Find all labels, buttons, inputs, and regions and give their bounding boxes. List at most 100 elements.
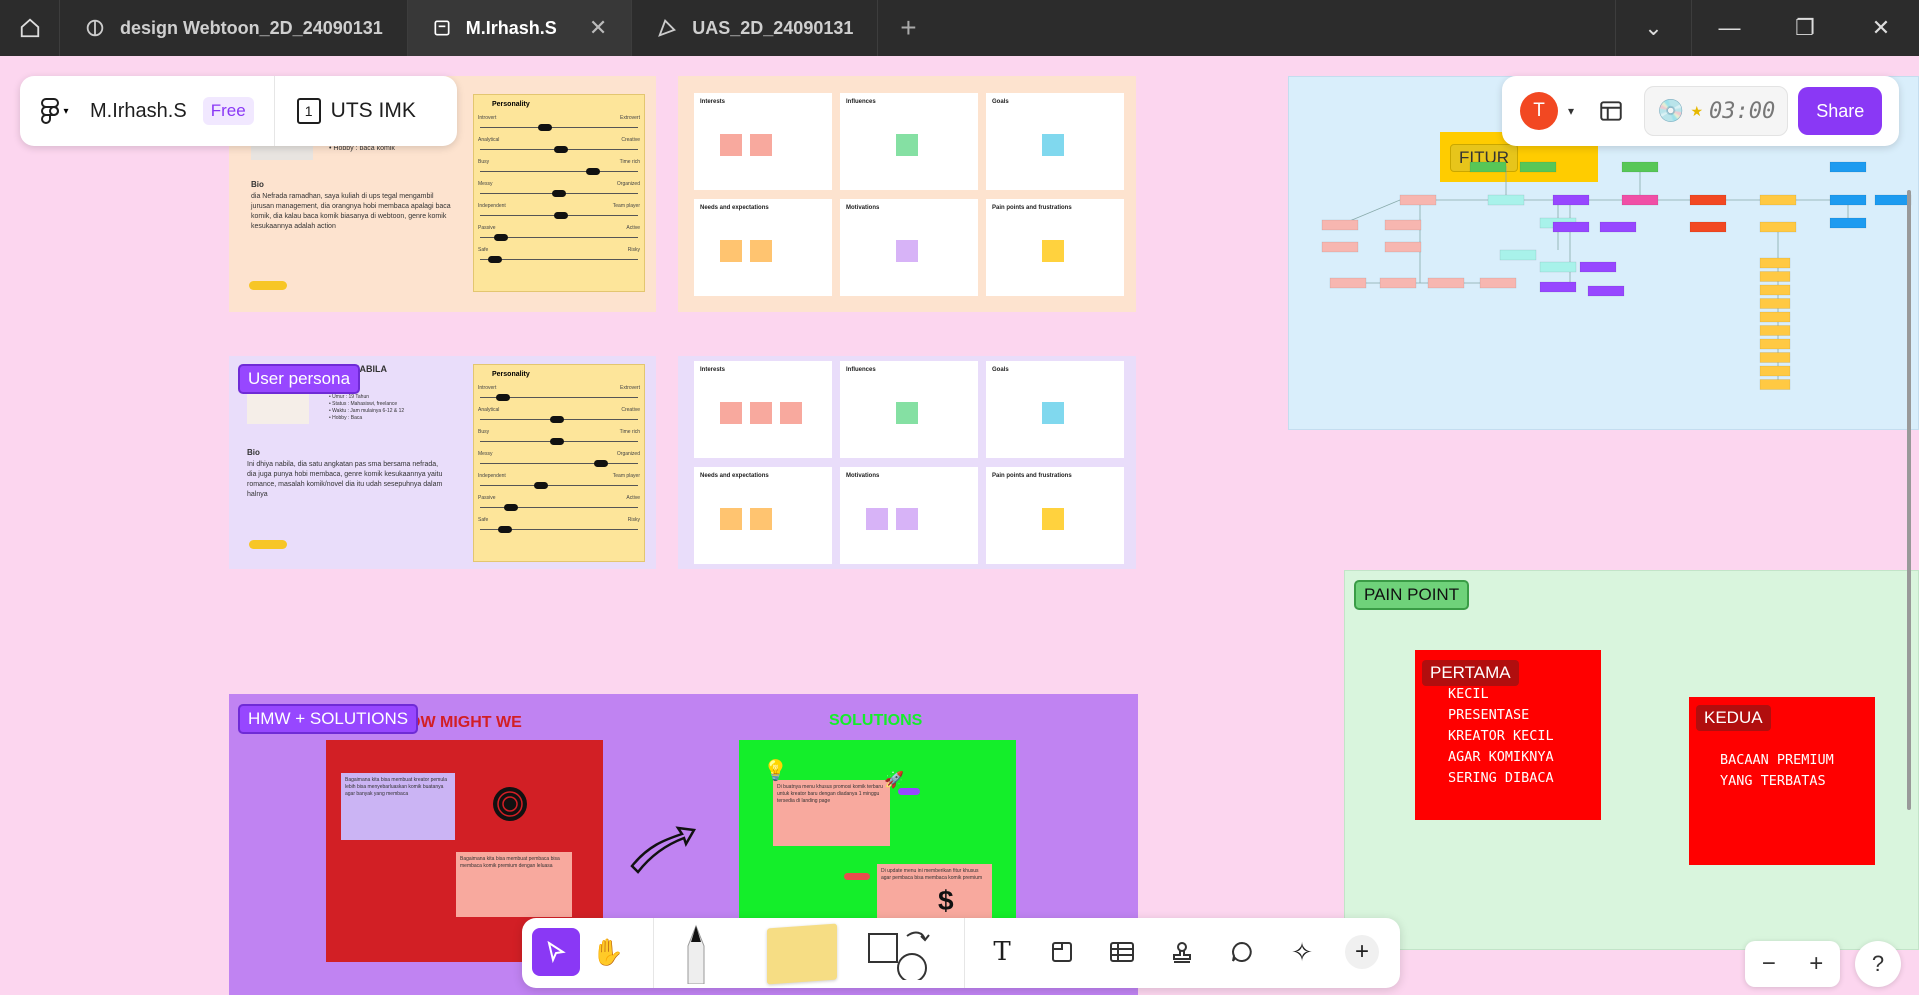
- feature-node[interactable]: [1499, 249, 1537, 261]
- feature-node[interactable]: [1621, 194, 1659, 206]
- feature-node[interactable]: [1689, 194, 1727, 206]
- zoom-in-button[interactable]: +: [1793, 941, 1841, 987]
- empathy-card[interactable]: Needs and expectations: [694, 467, 832, 564]
- tabs-dropdown-icon[interactable]: ⌄: [1615, 0, 1691, 56]
- section-label-user-persona[interactable]: User persona: [238, 364, 361, 394]
- empathy-card[interactable]: Interests: [694, 93, 832, 190]
- table-tool[interactable]: [1098, 928, 1146, 976]
- close-window-button[interactable]: ✕: [1843, 0, 1919, 56]
- more-tool[interactable]: +: [1338, 928, 1386, 976]
- chevron-down-icon[interactable]: ▾: [1568, 104, 1574, 118]
- empathy-card[interactable]: Influences: [840, 361, 978, 458]
- sticky-note[interactable]: [750, 239, 772, 262]
- feature-node[interactable]: [1469, 161, 1507, 173]
- feature-node[interactable]: [1379, 277, 1417, 289]
- tab-uas[interactable]: UAS_2D_24090131: [632, 0, 879, 56]
- tab-design-webtoon[interactable]: design Webtoon_2D_24090131: [60, 0, 408, 56]
- feature-node[interactable]: [1321, 219, 1359, 231]
- sticky-note[interactable]: [1042, 401, 1064, 424]
- sticky-note[interactable]: [1042, 133, 1064, 156]
- feature-node[interactable]: [1321, 241, 1359, 253]
- feature-node[interactable]: [1759, 379, 1791, 390]
- empathy-card[interactable]: Motivations: [840, 467, 978, 564]
- feature-node[interactable]: [1759, 365, 1791, 377]
- main-menu-button[interactable]: ▾: [20, 98, 90, 124]
- empathy-card[interactable]: Influences: [840, 93, 978, 190]
- text-tool[interactable]: T: [978, 928, 1026, 976]
- sticky-note[interactable]: [750, 401, 772, 424]
- feature-node[interactable]: [1829, 161, 1867, 173]
- feature-node[interactable]: [1621, 161, 1659, 173]
- feature-node[interactable]: [1552, 221, 1590, 233]
- move-tool[interactable]: [532, 928, 580, 976]
- tab-current-file[interactable]: M.Irhash.S ✕: [407, 0, 633, 56]
- feature-node[interactable]: [1487, 194, 1525, 206]
- feature-node[interactable]: [1479, 277, 1517, 289]
- feature-node[interactable]: [1759, 271, 1791, 282]
- feature-node[interactable]: [1759, 325, 1791, 336]
- layout-icon[interactable]: [1598, 98, 1624, 124]
- section-label-hmw-solutions[interactable]: HMW + SOLUTIONS: [238, 704, 419, 734]
- sticky-note[interactable]: [1042, 239, 1064, 262]
- feature-node[interactable]: [1759, 257, 1791, 269]
- feature-node[interactable]: [1759, 352, 1791, 363]
- vertical-scrollbar[interactable]: [1907, 190, 1911, 810]
- empathy-card[interactable]: Needs and expectations: [694, 199, 832, 296]
- page-selector[interactable]: 1 UTS IMK: [275, 98, 416, 124]
- feature-node[interactable]: [1829, 194, 1867, 206]
- hmw-sticky-note[interactable]: Bagaimana kita bisa membuat pembaca bisa…: [456, 852, 572, 917]
- feature-node[interactable]: [1539, 261, 1577, 273]
- sticky-note[interactable]: [720, 507, 742, 530]
- help-button[interactable]: ?: [1855, 941, 1901, 987]
- empathy-card[interactable]: Pain points and frustrations: [986, 467, 1124, 564]
- sticky-note[interactable]: [750, 507, 772, 530]
- empathy-card[interactable]: Goals: [986, 93, 1124, 190]
- home-button[interactable]: [0, 0, 60, 56]
- feature-node[interactable]: [1759, 338, 1791, 350]
- minimize-window-button[interactable]: —: [1691, 0, 1767, 56]
- section-label-pain-point[interactable]: PAIN POINT: [1354, 580, 1470, 610]
- sticky-note[interactable]: [1042, 507, 1064, 530]
- close-tab-icon[interactable]: ✕: [589, 15, 607, 41]
- zoom-out-button[interactable]: −: [1745, 941, 1793, 987]
- empathy-card[interactable]: Motivations: [840, 199, 978, 296]
- restore-window-button[interactable]: ❐: [1767, 0, 1843, 56]
- feature-node[interactable]: [1384, 219, 1422, 231]
- hand-tool[interactable]: ✋: [584, 928, 632, 976]
- feature-node[interactable]: [1519, 161, 1557, 173]
- feature-node[interactable]: [1329, 277, 1367, 289]
- feature-node[interactable]: [1759, 284, 1791, 296]
- feature-node[interactable]: [1539, 281, 1577, 293]
- hmw-sticky-note[interactable]: Bagaimana kita bisa membuat kreator pemu…: [341, 773, 455, 840]
- stamp-tool[interactable]: [1158, 928, 1206, 976]
- section-tool[interactable]: [1038, 928, 1086, 976]
- sticky-note[interactable]: [750, 133, 772, 156]
- sticky-note[interactable]: [866, 507, 888, 530]
- empathy-card[interactable]: Pain points and frustrations: [986, 199, 1124, 296]
- sticky-note[interactable]: [720, 401, 742, 424]
- feature-node[interactable]: [1874, 194, 1912, 206]
- solution-sticky-note[interactable]: Di buatnya menu khusus promosi komik ter…: [773, 780, 890, 846]
- feature-node[interactable]: [1579, 261, 1617, 273]
- sticky-note[interactable]: [780, 401, 802, 424]
- feature-node[interactable]: [1759, 298, 1791, 309]
- sticky-note[interactable]: [896, 401, 918, 424]
- empathy-card[interactable]: Interests: [694, 361, 832, 458]
- ai-tool[interactable]: ✧: [1278, 928, 1326, 976]
- sticky-note[interactable]: [720, 239, 742, 262]
- solution-sticky-note[interactable]: Di update menu ini memberikan fitur khus…: [877, 864, 992, 918]
- empathy-card[interactable]: Goals: [986, 361, 1124, 458]
- comment-tool[interactable]: [1218, 928, 1266, 976]
- feature-node[interactable]: [1759, 311, 1791, 323]
- feature-node[interactable]: [1829, 217, 1867, 229]
- timer-widget[interactable]: 💿 ★ 03:00: [1644, 86, 1789, 136]
- plan-badge[interactable]: Free: [202, 97, 254, 125]
- pen-tool[interactable]: [672, 922, 720, 986]
- user-name[interactable]: M.Irhash.S: [90, 100, 187, 123]
- sticky-note[interactable]: [720, 133, 742, 156]
- feature-node[interactable]: [1587, 285, 1625, 297]
- sticky-note[interactable]: [896, 239, 918, 262]
- feature-node[interactable]: [1427, 277, 1465, 289]
- feature-node[interactable]: [1759, 194, 1797, 206]
- feature-node[interactable]: [1399, 194, 1437, 206]
